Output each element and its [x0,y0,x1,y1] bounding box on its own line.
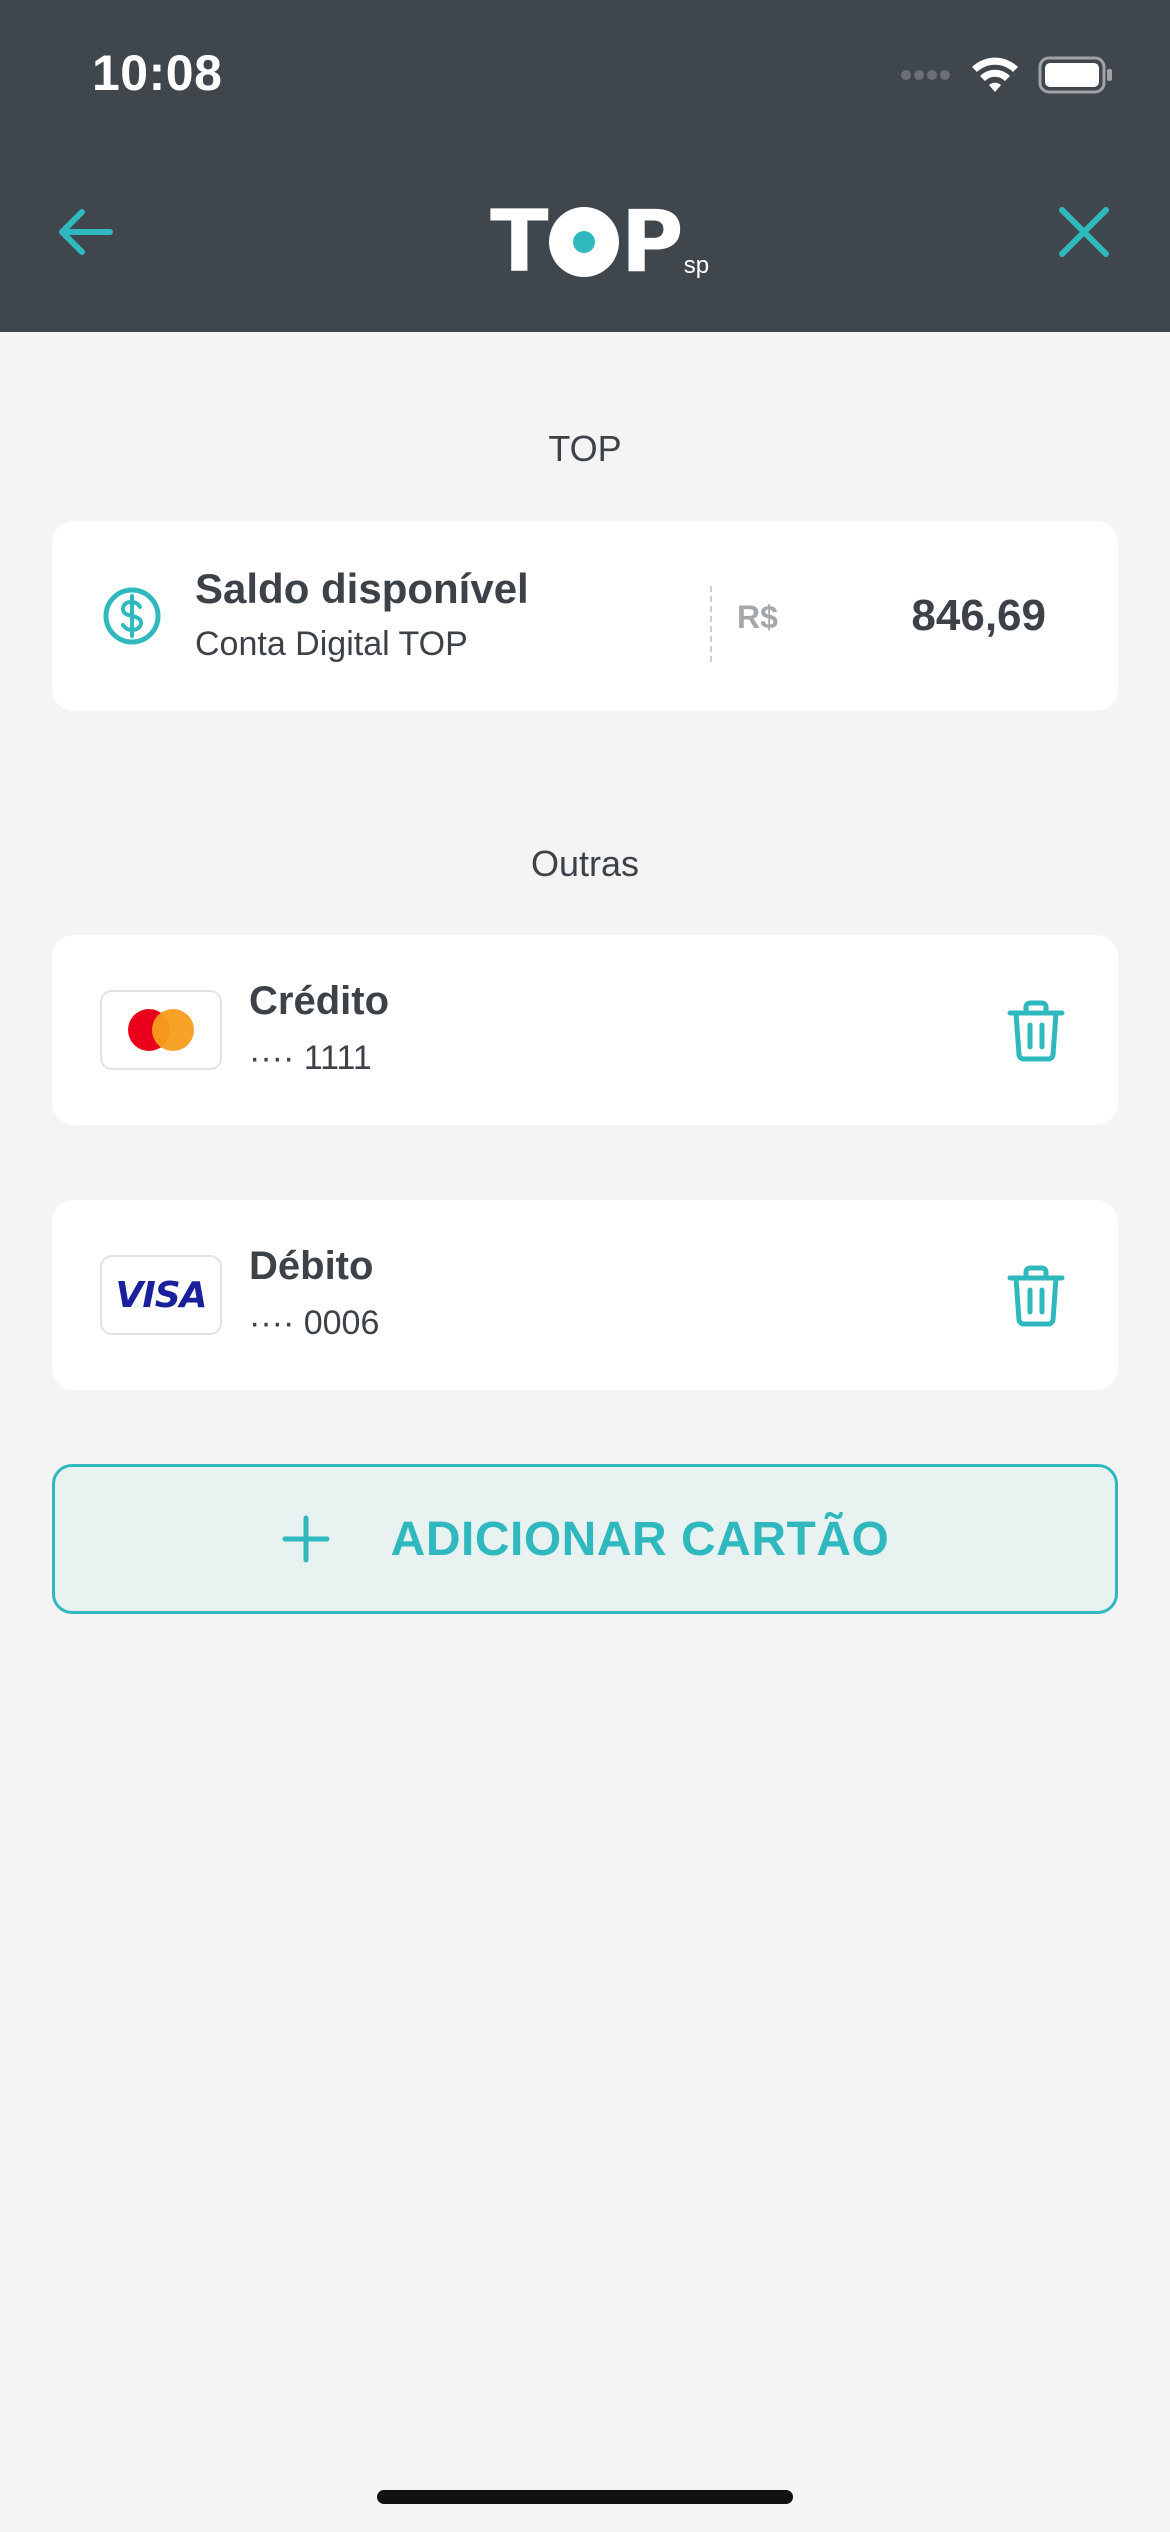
logo-letter-p: P [620,192,684,292]
mastercard-icon [128,1009,194,1051]
home-indicator[interactable] [377,2490,793,2504]
add-card-label: ADICIONAR CARTÃO [390,1512,890,1566]
card-number: ···· 1111 [249,1039,372,1077]
card-item-debit[interactable]: VISA Débito ···· 0006 [52,1200,1118,1390]
section-label-top: TOP [548,428,622,469]
visa-icon: VISA [115,1274,207,1316]
app-header: 10:08 T P sp [0,0,1170,332]
balance-card[interactable]: Saldo disponível Conta Digital TOP R$ 84… [52,521,1118,711]
card-type-label: Débito [249,1244,374,1288]
card-item-credit[interactable]: Crédito ···· 1111 [52,935,1118,1125]
card-brand-badge: VISA [100,1255,222,1335]
dollar-circle-icon [103,587,161,645]
card-type-label: Crédito [249,979,389,1023]
status-time: 10:08 [92,45,223,101]
battery-icon [1038,56,1112,94]
status-icons [900,50,1114,100]
balance-title: Saldo disponível [195,565,529,612]
logo-letter-t: T [490,192,549,292]
add-card-button[interactable]: ADICIONAR CARTÃO [52,1464,1118,1614]
divider [710,586,712,662]
trash-icon[interactable] [1006,999,1066,1063]
card-number: ···· 0006 [249,1304,380,1342]
wifi-icon [972,57,1018,92]
back-arrow-icon[interactable] [54,200,118,264]
section-label-other: Outras [530,843,640,884]
cellular-signal-icon [901,70,950,80]
logo-suffix: sp [683,252,710,279]
top-sp-logo: T P sp [490,192,710,292]
balance-subtitle: Conta Digital TOP [195,625,468,663]
logo-letter-o [548,207,619,277]
close-icon[interactable] [1052,200,1116,264]
trash-icon[interactable] [1006,1264,1066,1328]
balance-amount: 846,69 [911,591,1046,640]
card-brand-badge [100,990,222,1070]
plus-icon [282,1515,330,1563]
currency-label: R$ [737,599,778,635]
